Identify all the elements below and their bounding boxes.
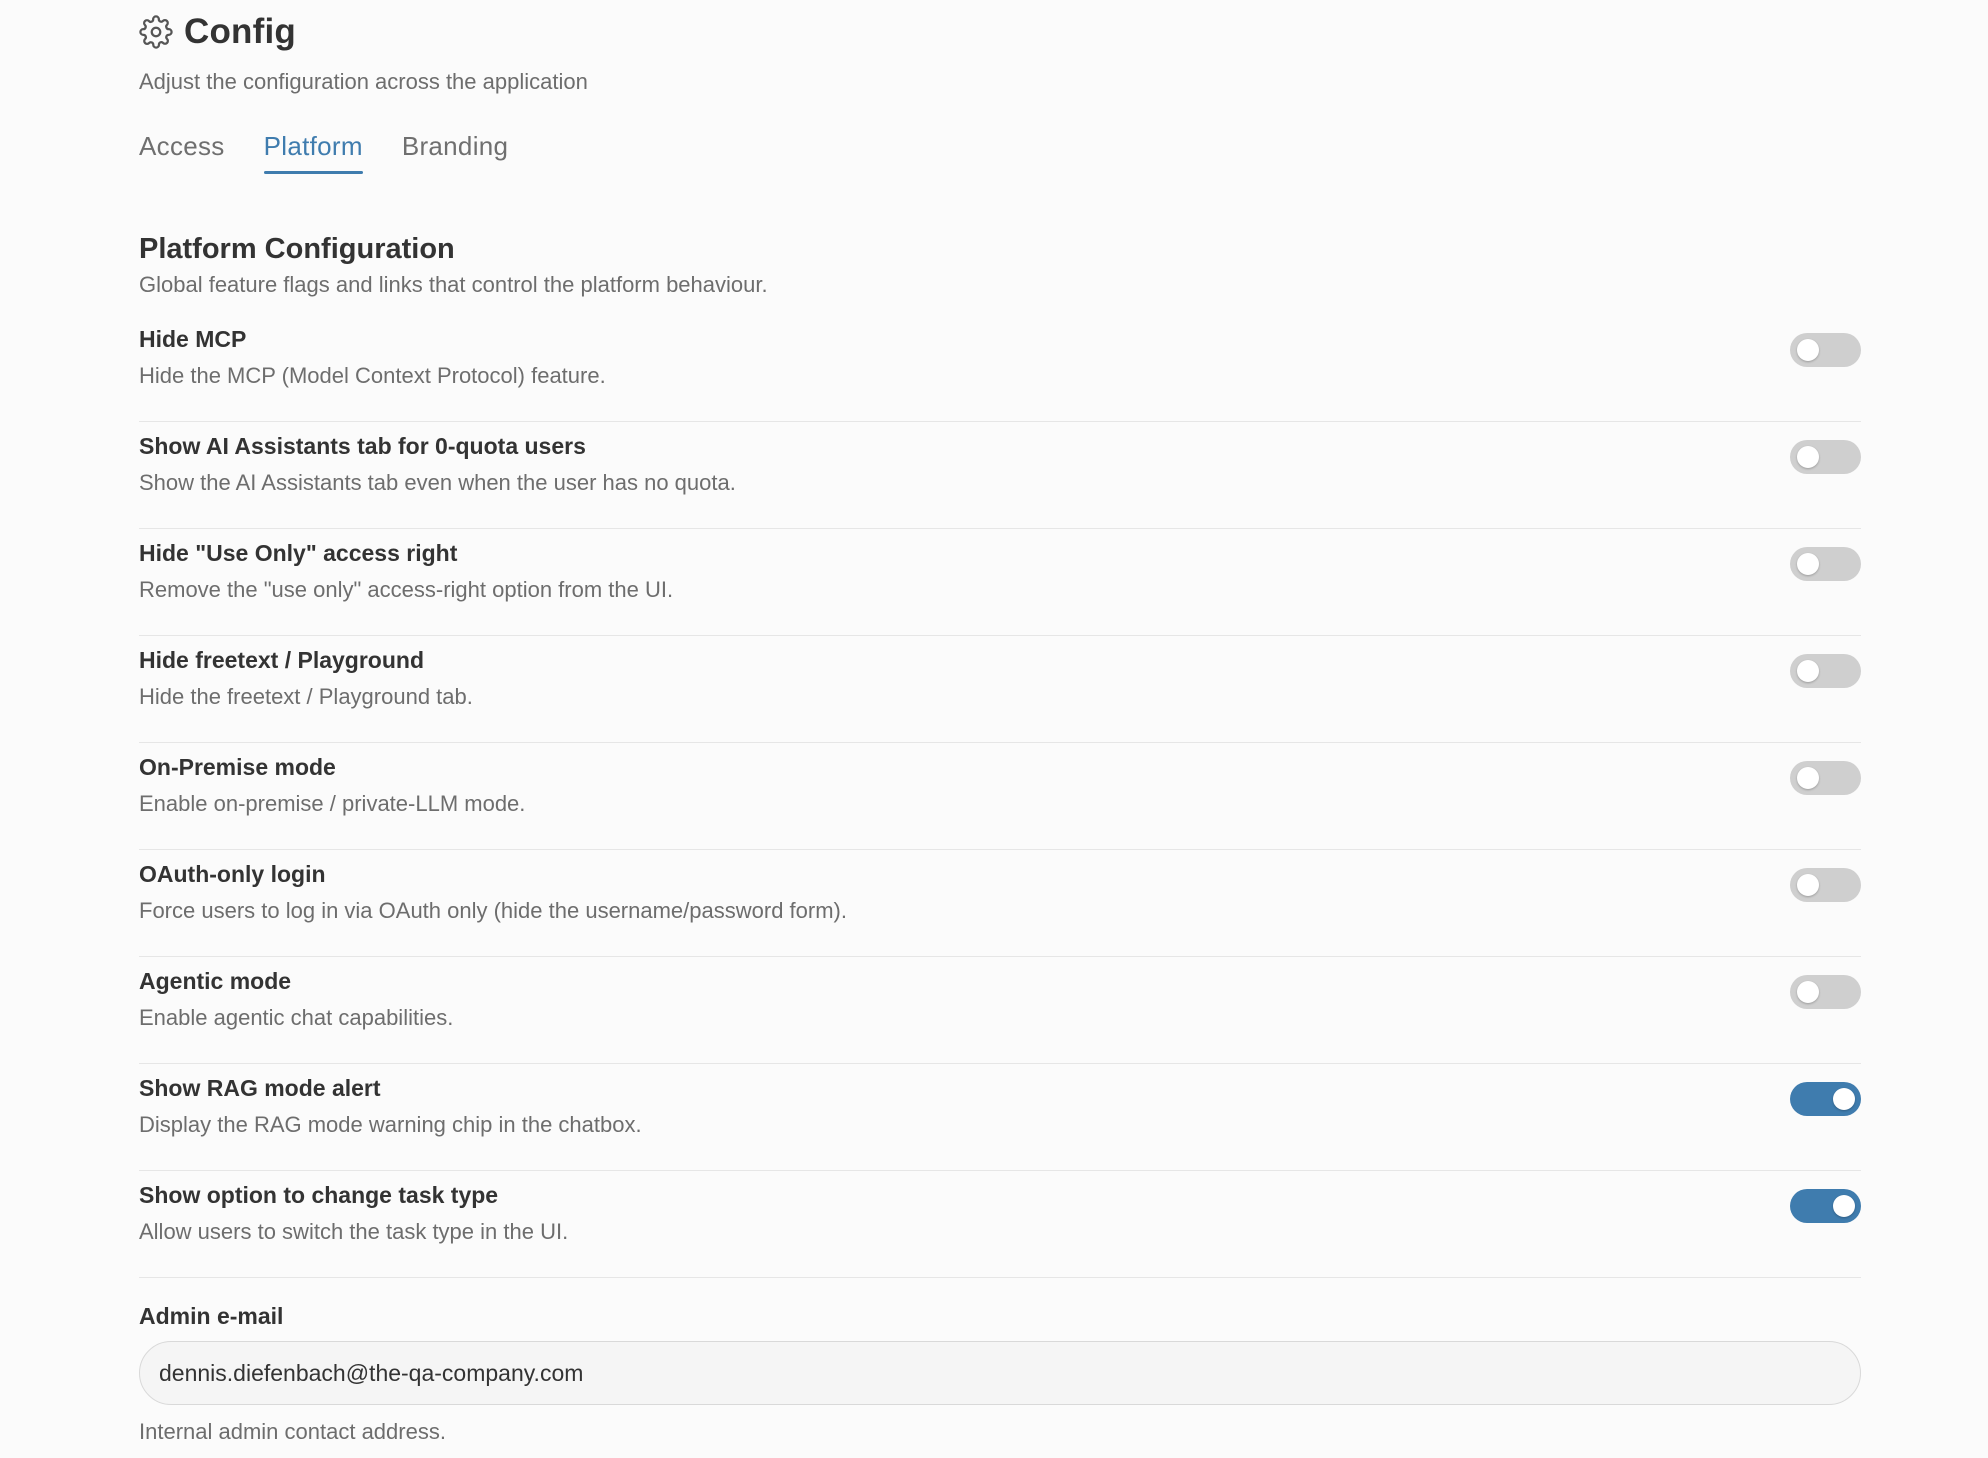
toggle-knob (1797, 874, 1819, 896)
setting-label: On-Premise mode (139, 754, 336, 780)
oauth-only-toggle[interactable] (1790, 868, 1861, 902)
gear-icon (139, 15, 173, 49)
section-title: Platform Configuration (139, 233, 455, 265)
setting-on-premise: On-Premise mode Enable on-premise / priv… (139, 743, 1861, 850)
on-premise-toggle[interactable] (1790, 761, 1861, 795)
tab-bar: Access Platform Branding (139, 131, 1861, 191)
setting-description: Allow users to switch the task type in t… (139, 1219, 569, 1244)
section-description: Global feature flags and links that cont… (139, 272, 768, 297)
change-task-type-toggle[interactable] (1790, 1189, 1861, 1223)
setting-description: Display the RAG mode warning chip in the… (139, 1112, 642, 1137)
setting-label: Hide MCP (139, 326, 247, 352)
setting-label: OAuth-only login (139, 861, 326, 887)
setting-label: Hide "Use Only" access right (139, 540, 458, 566)
page-subtitle: Adjust the configuration across the appl… (139, 69, 588, 94)
tab-access[interactable]: Access (139, 131, 225, 174)
toggle-knob (1797, 339, 1819, 361)
setting-label: Show AI Assistants tab for 0-quota users (139, 433, 586, 459)
admin-email-label: Admin e-mail (139, 1303, 284, 1329)
tab-branding[interactable]: Branding (402, 131, 508, 174)
setting-hide-freetext: Hide freetext / Playground Hide the free… (139, 636, 1861, 743)
setting-description: Force users to log in via OAuth only (hi… (139, 898, 847, 923)
setting-description: Enable on-premise / private-LLM mode. (139, 791, 526, 816)
setting-label: Hide freetext / Playground (139, 647, 425, 673)
setting-description: Enable agentic chat capabilities. (139, 1005, 454, 1030)
setting-label: Agentic mode (139, 968, 292, 994)
setting-label: Show RAG mode alert (139, 1075, 381, 1101)
setting-show-ai-assistants: Show AI Assistants tab for 0-quota users… (139, 422, 1861, 529)
rag-alert-toggle[interactable] (1790, 1082, 1861, 1116)
toggle-knob (1797, 446, 1819, 468)
toggle-knob (1797, 553, 1819, 575)
toggle-knob (1797, 981, 1819, 1003)
toggle-knob (1833, 1088, 1855, 1110)
hide-use-only-toggle[interactable] (1790, 547, 1861, 581)
hide-mcp-toggle[interactable] (1790, 333, 1861, 367)
setting-rag-alert: Show RAG mode alert Display the RAG mode… (139, 1064, 1861, 1171)
page-title: Config (184, 12, 296, 51)
tab-platform[interactable]: Platform (263, 131, 364, 174)
setting-description: Hide the freetext / Playground tab. (139, 684, 473, 709)
setting-hide-use-only: Hide "Use Only" access right Remove the … (139, 529, 1861, 636)
setting-description: Show the AI Assistants tab even when the… (139, 470, 736, 495)
admin-email-help: Internal admin contact address. (139, 1419, 446, 1444)
setting-hide-mcp: Hide MCP Hide the MCP (Model Context Pro… (139, 315, 1861, 422)
admin-email-input[interactable] (139, 1341, 1861, 1405)
hide-freetext-toggle[interactable] (1790, 654, 1861, 688)
settings-list: Hide MCP Hide the MCP (Model Context Pro… (139, 315, 1861, 1278)
setting-label: Show option to change task type (139, 1182, 499, 1208)
agentic-mode-toggle[interactable] (1790, 975, 1861, 1009)
setting-oauth-only: OAuth-only login Force users to log in v… (139, 850, 1861, 957)
toggle-knob (1833, 1195, 1855, 1217)
toggle-knob (1797, 767, 1819, 789)
setting-change-task-type: Show option to change task type Allow us… (139, 1171, 1861, 1278)
setting-agentic-mode: Agentic mode Enable agentic chat capabil… (139, 957, 1861, 1064)
setting-description: Hide the MCP (Model Context Protocol) fe… (139, 363, 606, 388)
toggle-knob (1797, 660, 1819, 682)
show-ai-assistants-toggle[interactable] (1790, 440, 1861, 474)
setting-description: Remove the "use only" access-right optio… (139, 577, 674, 602)
page-header: Config (139, 0, 1861, 64)
config-page: Config Adjust the configuration across t… (139, 0, 1861, 1447)
